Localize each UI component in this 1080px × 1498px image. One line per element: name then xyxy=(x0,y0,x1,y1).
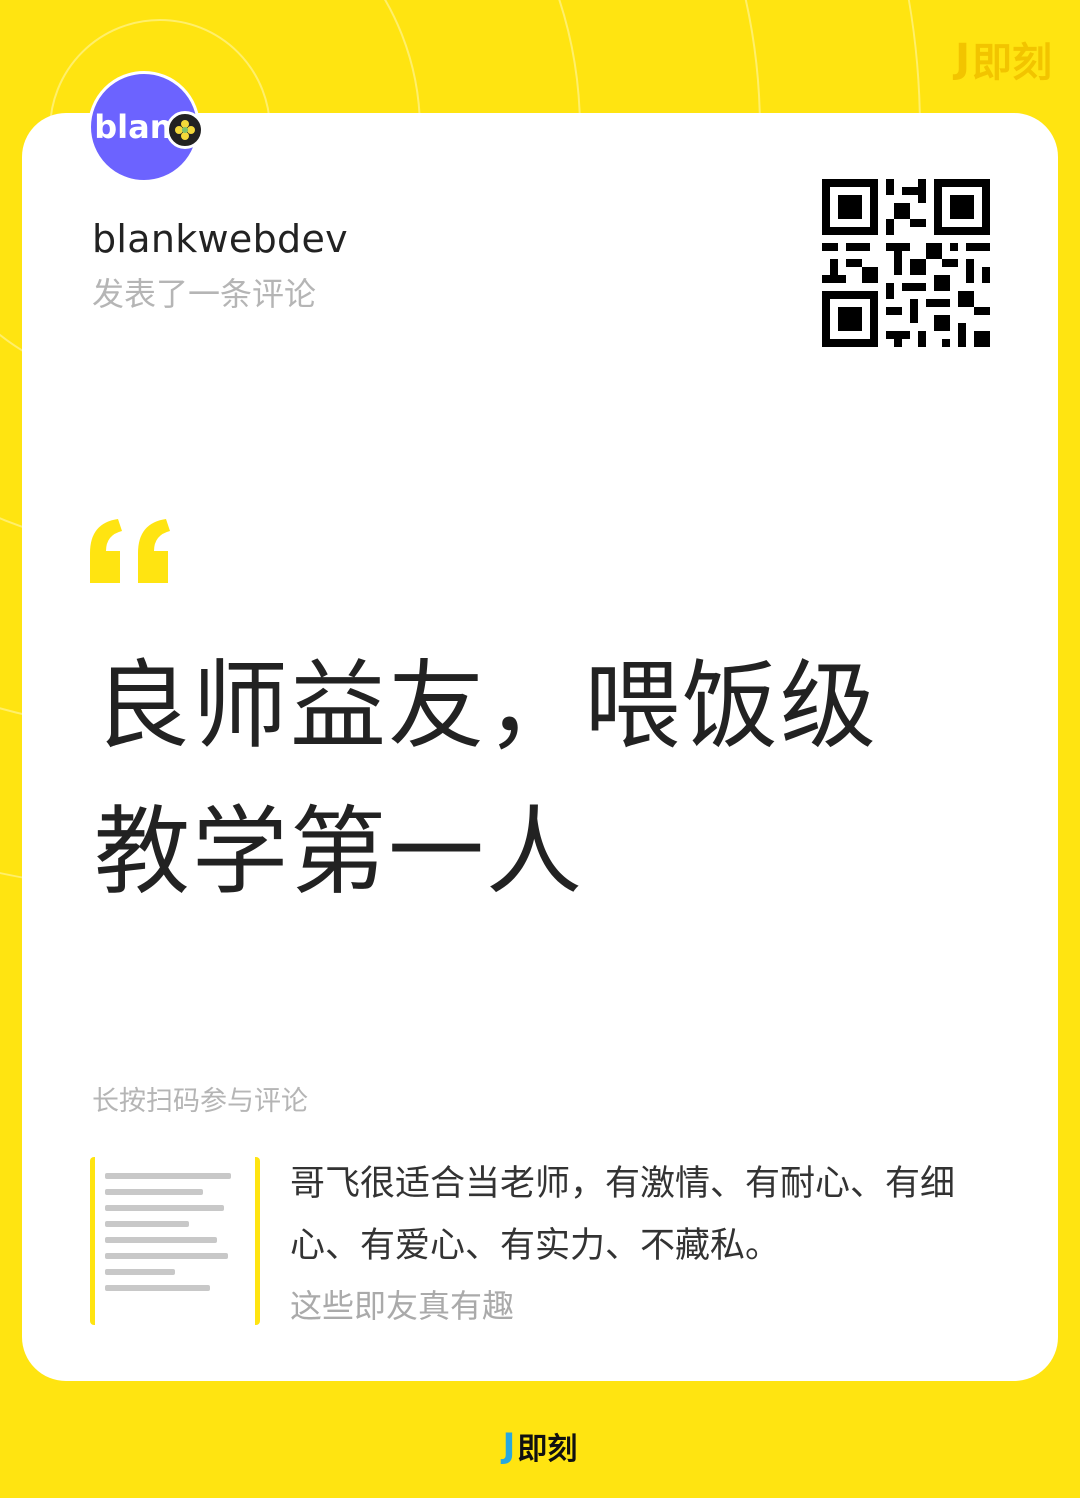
action-text: 发表了一条评论 xyxy=(92,275,317,313)
flower-badge-icon xyxy=(166,111,204,149)
brand-name: 即刻 xyxy=(972,40,1052,86)
qr-code-icon[interactable] xyxy=(822,179,990,347)
comment-line: 良师益友，喂饭级 xyxy=(94,650,878,762)
share-card: blank blankwebdev 发表了一条评论 良师益友，喂饭级 教学第一人… xyxy=(22,71,1058,1381)
logo-mark: J xyxy=(955,36,970,82)
original-post-text[interactable]: 哥飞很适合当老师，有激情、有耐心、有细心、有爱心、有实力、不藏私。 xyxy=(290,1153,980,1277)
brand-name: 即刻 xyxy=(517,1432,578,1467)
topic-name[interactable]: 这些即友真有趣 xyxy=(290,1281,514,1327)
username[interactable]: blankwebdev xyxy=(92,217,348,261)
logo-mark: J xyxy=(502,1426,516,1466)
original-post-thumbnail[interactable] xyxy=(90,1157,260,1325)
comment-text: 良师益友，喂饭级 教学第一人 xyxy=(94,633,974,925)
avatar-container[interactable]: blank xyxy=(88,71,204,187)
brand-logo-top: J 即刻 xyxy=(955,30,1052,88)
brand-logo-bottom: J 即刻 xyxy=(0,1424,1080,1468)
quote-mark-icon xyxy=(90,519,170,583)
comment-line: 教学第一人 xyxy=(94,796,584,908)
scan-hint: 长按扫码参与评论 xyxy=(92,1086,308,1117)
